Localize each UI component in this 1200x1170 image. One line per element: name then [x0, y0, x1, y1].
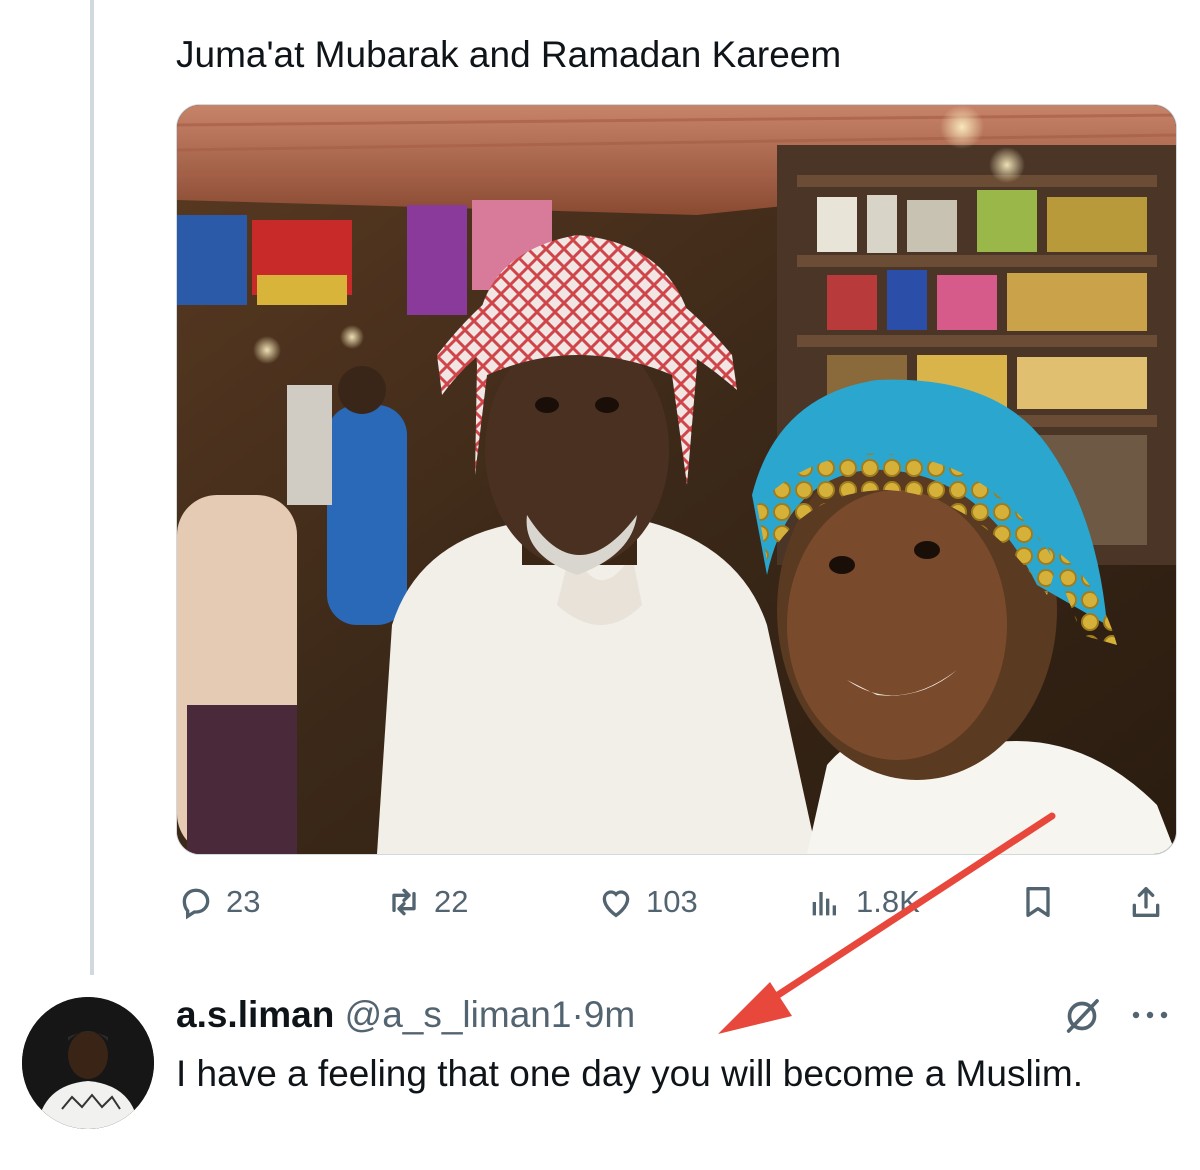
retweet-button[interactable]: 22 [384, 870, 468, 934]
bookmark-icon [1026, 887, 1050, 917]
like-icon [602, 890, 630, 918]
meta-separator: · [571, 994, 584, 1035]
reply-count: 23 [226, 884, 261, 919]
more-icon[interactable] [1128, 1000, 1172, 1030]
reply-text: I have a feeling that one day you will b… [176, 1053, 1083, 1094]
reply-button[interactable]: 23 [176, 870, 260, 934]
tweet-photo[interactable] [176, 104, 1177, 855]
tweet-action-bar: 23 22 103 1.8K [176, 870, 1176, 934]
like-count: 103 [646, 884, 698, 919]
grok-icon[interactable] [1062, 996, 1102, 1036]
share-icon [1132, 887, 1160, 917]
views-button[interactable]: 1.8K [806, 870, 920, 934]
share-button[interactable] [1126, 870, 1176, 934]
thread-line [90, 0, 94, 975]
like-button[interactable]: 103 [596, 870, 698, 934]
reply-avatar[interactable] [22, 997, 154, 1129]
views-count: 1.8K [856, 884, 920, 919]
views-icon [812, 892, 836, 916]
tweet-text: Juma'at Mubarak and Ramadan Kareem [176, 34, 842, 75]
reply-display-name[interactable]: a.s.liman [176, 994, 334, 1035]
avatar-illustration [22, 997, 154, 1129]
bookmark-button[interactable] [1018, 870, 1068, 934]
retweet-count: 22 [434, 884, 469, 919]
reply-icon [182, 888, 210, 920]
retweet-icon [392, 888, 416, 916]
reply-header: a.s.liman @a_s_liman1·9m [176, 990, 635, 1040]
reply-time[interactable]: 9m [584, 994, 635, 1035]
reply-handle[interactable]: @a_s_liman1 [345, 994, 572, 1035]
photo-illustration [177, 105, 1176, 854]
